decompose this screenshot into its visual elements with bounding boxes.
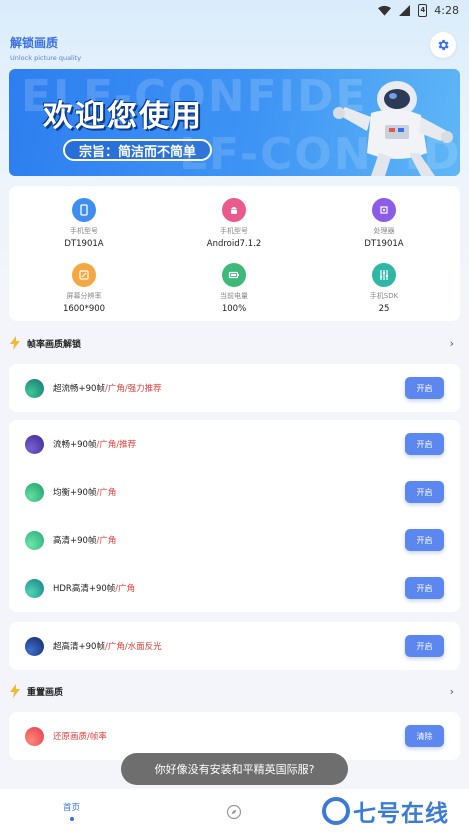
wifi-icon	[378, 5, 392, 16]
app-title: 解锁画质	[10, 36, 59, 50]
settings-button[interactable]	[430, 32, 456, 58]
option-name: 超流畅+90帧	[53, 384, 105, 394]
info-value: 100%	[221, 304, 247, 314]
watermark-logo: 七号在线	[322, 794, 449, 828]
option-label: HDR高清+90帧/广角	[53, 582, 135, 594]
info-android-version: 手机型号 Android7.1.2	[159, 198, 309, 249]
cpu-icon	[372, 198, 396, 222]
compass-icon[interactable]	[226, 804, 242, 820]
option-tag: /广角	[96, 488, 117, 498]
welcome-banner[interactable]: ELF-CONFIDE LF-CONFIDEN 欢迎您使用 宗旨：简洁而不简单	[9, 69, 460, 176]
list-item: 超流畅+90帧/广角/强力推荐 开启	[9, 364, 460, 412]
option-label: 超流畅+90帧/广角/强力推荐	[53, 382, 162, 394]
battery-level: 4	[420, 6, 426, 14]
info-label: 手机型号	[220, 227, 248, 235]
info-value: Android7.1.2	[206, 239, 262, 249]
option-tag: /广角	[96, 536, 117, 546]
option-tag: 还原画质/帧率	[53, 732, 107, 742]
lightning-icon	[10, 336, 20, 350]
info-value: DT1901A	[64, 239, 104, 249]
option-dot-icon	[25, 726, 44, 746]
toast-message: 你好像没有安装和平精英国际服?	[121, 753, 348, 785]
info-value: DT1901A	[364, 239, 404, 249]
app-header: 解锁画质 Unlock picture quality	[10, 34, 81, 62]
astronaut-illustration	[333, 81, 453, 176]
enable-button[interactable]: 开启	[405, 433, 444, 455]
option-name: 均衡+90帧	[53, 488, 97, 498]
option-tag: /广角/推荐	[96, 440, 137, 450]
option-dot-icon	[25, 578, 44, 598]
info-processor: 处理器 DT1901A	[309, 198, 459, 249]
list-item: 超高清+90帧/广角/水面反光 开启	[9, 622, 460, 670]
option-dot-icon	[25, 482, 44, 502]
option-label: 流畅+90帧/广角/推荐	[53, 438, 136, 450]
screen-icon	[72, 263, 96, 287]
fps-group-2: 流畅+90帧/广角/推荐 开启 均衡+90帧/广角 开启 高清+90帧/广角 开…	[9, 420, 460, 612]
watermark-text: 七号在线	[353, 801, 449, 827]
option-name: HDR高清+90帧	[53, 584, 116, 594]
fps-group-3: 超高清+90帧/广角/水面反光 开启	[9, 622, 460, 670]
sliders-icon	[372, 263, 396, 287]
reset-section-header[interactable]: 重置画质 ›	[9, 683, 460, 699]
reset-section-title: 重置画质	[27, 687, 64, 698]
info-label: 手机型号	[70, 227, 98, 235]
battery-icon: 4	[418, 3, 428, 17]
gear-icon	[438, 39, 449, 51]
option-label: 还原画质/帧率	[53, 730, 107, 742]
app-subtitle: Unlock picture quality	[10, 54, 82, 62]
info-value: 25	[378, 304, 390, 314]
option-label: 超高清+90帧/广角/水面反光	[53, 640, 162, 652]
fps-group-1: 超流畅+90帧/广角/强力推荐 开启	[9, 364, 460, 412]
info-label: 屏幕分辨率	[66, 292, 102, 300]
option-name: 高清+90帧	[53, 536, 97, 546]
info-sdk: 手机SDK 25	[309, 263, 459, 314]
q-logo-icon	[322, 797, 350, 825]
nav-home-label: 首页	[63, 803, 81, 813]
option-name: 超高清+90帧	[53, 642, 105, 652]
option-dot-icon	[25, 434, 44, 454]
nav-home-tab[interactable]: 首页	[63, 801, 80, 821]
option-tag: /广角/强力推荐	[104, 384, 162, 394]
device-info-card: 手机型号 DT1901A 手机型号 Android7.1.2 处理器 DT190…	[9, 186, 460, 321]
option-label: 高清+90帧/广角	[53, 534, 116, 546]
enable-button[interactable]: 开启	[405, 635, 444, 657]
option-tag: /广角	[115, 584, 136, 594]
option-tag: /广角/水面反光	[104, 642, 162, 652]
option-dot-icon	[25, 530, 44, 550]
android-icon	[222, 198, 246, 222]
option-dot-icon	[25, 378, 44, 398]
clear-button[interactable]: 清除	[405, 725, 444, 747]
status-time: 4:28	[434, 3, 459, 17]
fps-section-title: 帧率画质解锁	[27, 339, 82, 350]
lightning-icon	[10, 684, 20, 698]
option-label: 均衡+90帧/广角	[53, 486, 116, 498]
banner-title: 欢迎您使用	[43, 99, 203, 134]
chevron-right-icon: ›	[449, 336, 454, 350]
enable-button[interactable]: 开启	[405, 377, 444, 399]
info-battery: 当前电量 100%	[159, 263, 309, 314]
list-item: 均衡+90帧/广角 开启	[9, 468, 460, 516]
status-bar: 4 4:28	[0, 0, 469, 20]
phone-icon	[72, 198, 96, 222]
active-indicator	[69, 817, 74, 821]
enable-button[interactable]: 开启	[405, 481, 444, 503]
info-label: 处理器	[373, 227, 395, 235]
list-item: 流畅+90帧/广角/推荐 开启	[9, 420, 460, 468]
signal-icon	[399, 4, 411, 16]
banner-slogan: 宗旨：简洁而不简单	[63, 139, 213, 161]
list-item: 高清+90帧/广角 开启	[9, 516, 460, 564]
option-dot-icon	[25, 636, 44, 656]
info-phone-model: 手机型号 DT1901A	[9, 198, 159, 249]
fps-section-header[interactable]: 帧率画质解锁 ›	[9, 335, 460, 351]
info-label: 当前电量	[220, 292, 248, 300]
info-value: 1600*900	[62, 304, 106, 314]
enable-button[interactable]: 开启	[405, 529, 444, 551]
list-item: HDR高清+90帧/广角 开启	[9, 564, 460, 612]
info-resolution: 屏幕分辨率 1600*900	[9, 263, 159, 314]
info-label: 手机SDK	[369, 292, 399, 300]
enable-button[interactable]: 开启	[405, 577, 444, 599]
chevron-right-icon: ›	[449, 684, 454, 698]
option-name: 流畅+90帧	[53, 440, 97, 450]
battery-level-icon	[222, 263, 246, 287]
